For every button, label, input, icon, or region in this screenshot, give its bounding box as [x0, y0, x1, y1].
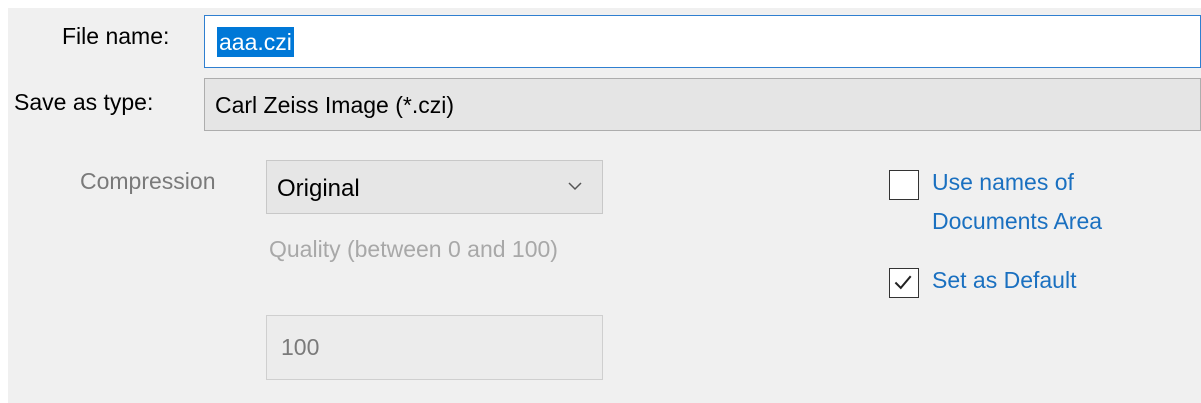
compression-value: Original — [277, 175, 360, 202]
save-as-type-label: Save as type: — [14, 89, 154, 115]
use-names-label[interactable]: Use names of Documents Area — [932, 163, 1172, 241]
set-as-default-checkbox[interactable] — [889, 268, 919, 298]
compression-dropdown[interactable]: Original — [266, 160, 603, 214]
file-name-input[interactable]: aaa.czi — [204, 15, 1201, 68]
quality-value: 100 — [281, 334, 320, 360]
set-as-default-label[interactable]: Set as Default — [932, 261, 1076, 300]
file-name-value: aaa.czi — [217, 27, 294, 57]
quality-label: Quality (between 0 and 100) — [269, 236, 558, 262]
checkmark-icon — [894, 275, 912, 290]
save-as-type-dropdown[interactable]: Carl Zeiss Image (*.czi) — [204, 78, 1201, 131]
file-name-label: File name: — [62, 23, 170, 49]
use-names-checkbox[interactable] — [889, 170, 919, 200]
compression-label: Compression — [80, 168, 216, 194]
save-as-type-value: Carl Zeiss Image (*.czi) — [215, 92, 454, 118]
quality-input[interactable]: 100 — [266, 315, 603, 380]
chevron-down-icon — [568, 182, 582, 191]
